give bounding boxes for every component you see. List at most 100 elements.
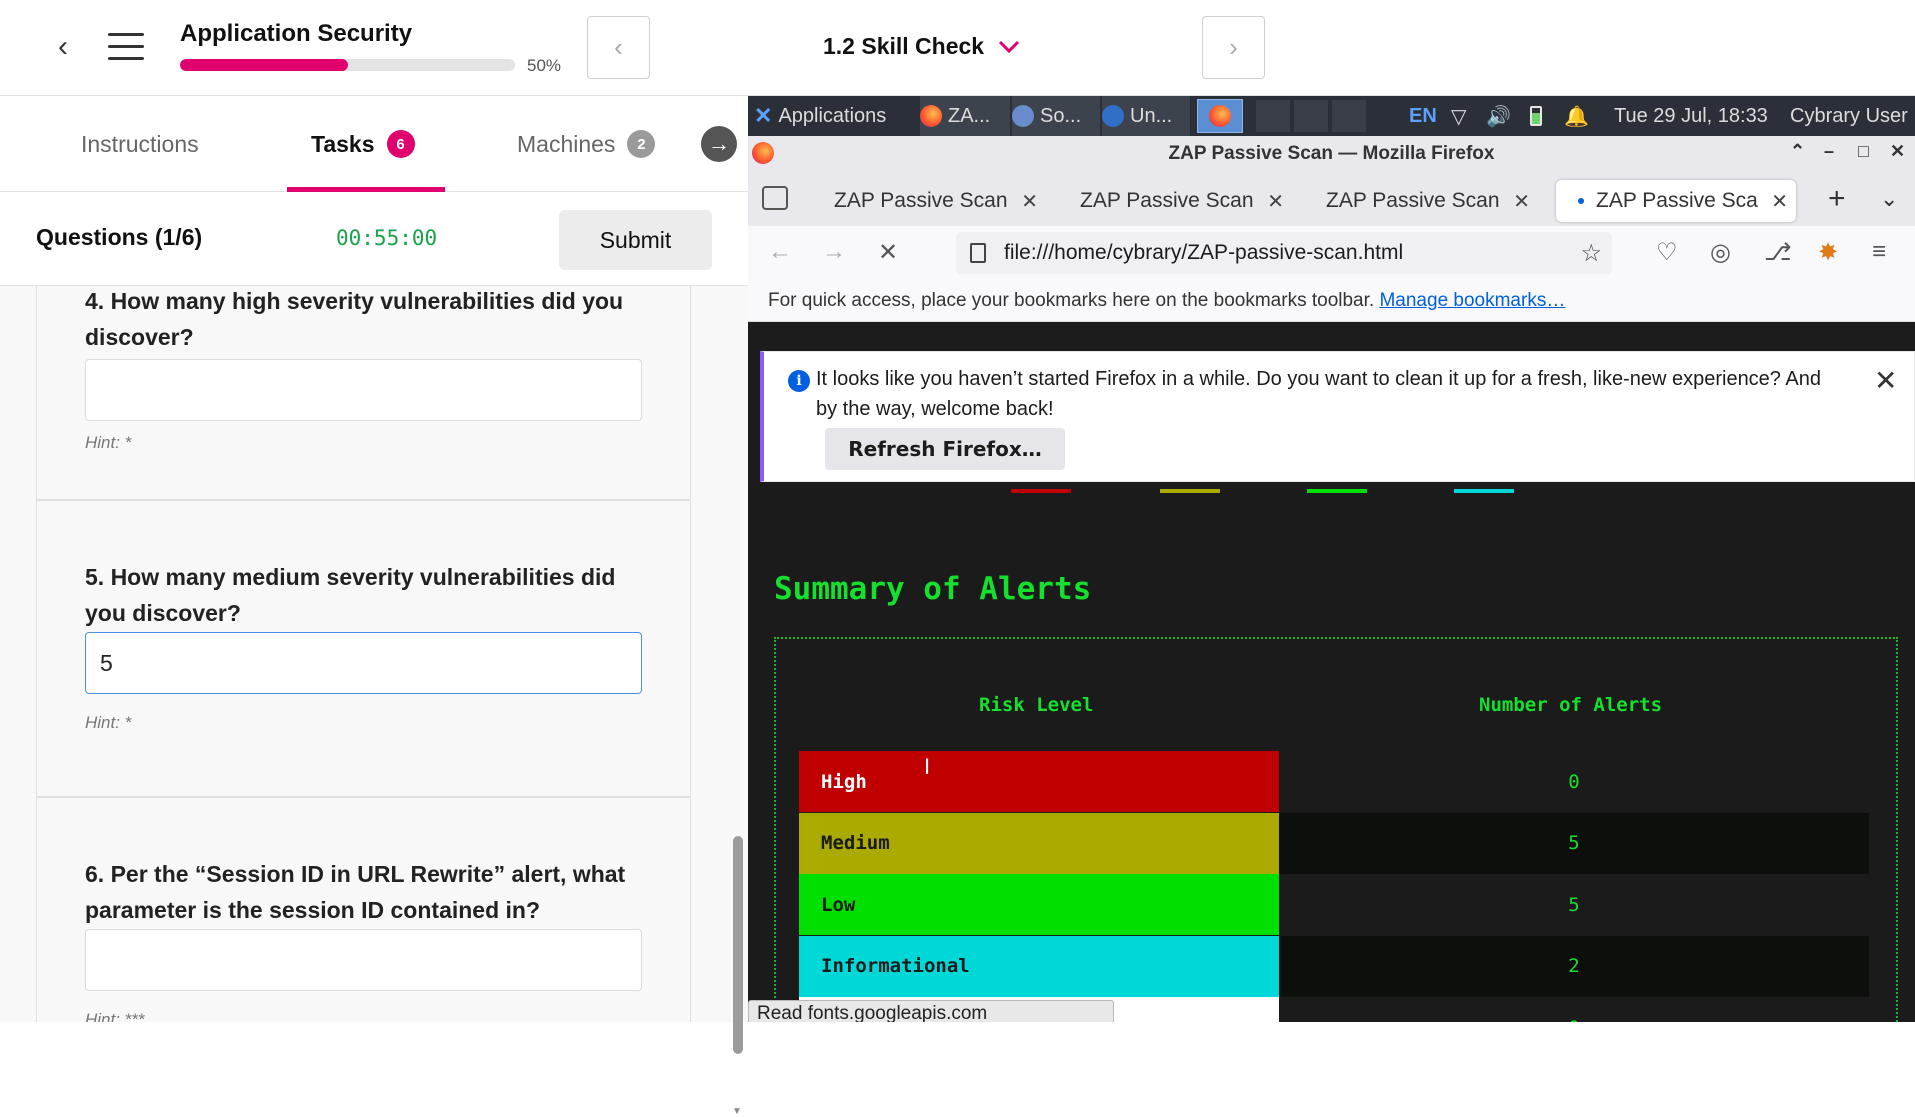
- questions-count: Questions (1/6): [36, 224, 203, 250]
- close-icon[interactable]: ✕: [1874, 364, 1897, 397]
- gear-icon: [1012, 105, 1034, 127]
- workspace-3[interactable]: [1332, 100, 1366, 132]
- question-card: 4. How many high severity vulnerabilitie…: [36, 286, 691, 500]
- applications-label: Applications: [778, 104, 887, 127]
- window-minimize-icon[interactable]: –: [1824, 141, 1834, 162]
- clock[interactable]: Tue 29 Jul, 18:33: [1614, 96, 1768, 136]
- alert-count-cell: 0: [1568, 770, 1580, 793]
- back-arrow-icon[interactable]: ‹: [46, 30, 80, 64]
- questions-scrollbar[interactable]: [733, 836, 743, 1054]
- remote-machine-view[interactable]: ✕ Applications ZA... So... Un... EN ▽ 🔊 …: [748, 96, 1915, 1022]
- answer-input[interactable]: [85, 929, 642, 991]
- hint-text: Hint: *: [85, 433, 132, 452]
- tab-close-icon[interactable]: ✕: [1513, 189, 1530, 214]
- firefox-icon: [920, 105, 942, 127]
- risk-strip-medium: [1160, 489, 1220, 493]
- chevron-down-icon: [999, 40, 1020, 53]
- answer-input[interactable]: [85, 359, 642, 421]
- browser-tab-label: ZAP Passive Scan: [834, 189, 1008, 212]
- battery-icon[interactable]: [1530, 96, 1542, 136]
- scroll-down-icon[interactable]: ▼: [732, 1106, 742, 1117]
- risk-level-cell: Medium: [799, 812, 1279, 874]
- app-menu-icon[interactable]: ≡: [1872, 238, 1886, 266]
- workspace-2[interactable]: [1294, 100, 1328, 132]
- extensions-icon[interactable]: ⎇: [1764, 238, 1792, 267]
- browser-tab-label: ZAP Passive Scan: [1080, 189, 1254, 212]
- answer-input[interactable]: 5: [85, 632, 642, 694]
- alert-count-cell: 0: [1279, 997, 1869, 1023]
- applications-menu[interactable]: ✕ Applications: [754, 96, 886, 136]
- keyboard-layout[interactable]: EN: [1409, 96, 1437, 136]
- account-icon[interactable]: ◎: [1710, 238, 1731, 267]
- browser-nav-bar: ← → ✕ file:///home/cybrary/ZAP-passive-s…: [748, 226, 1915, 280]
- risk-strip-high: [1011, 489, 1071, 493]
- browser-tab-active[interactable]: ZAP Passive Sca ✕: [1556, 180, 1796, 222]
- new-tab-icon[interactable]: +: [1828, 182, 1846, 216]
- taskbar-window-label: Un...: [1130, 104, 1173, 127]
- submit-button[interactable]: Submit: [559, 210, 712, 270]
- risk-strip-info: [1454, 489, 1514, 493]
- questions-list[interactable]: 4. How many high severity vulnerabilitie…: [0, 286, 748, 1022]
- course-progress-bar: [180, 59, 515, 71]
- alert-count-cell: 2: [1279, 935, 1869, 997]
- firefox-title-bar[interactable]: ZAP Passive Scan — Mozilla Firefox ⌃ – □…: [748, 136, 1915, 172]
- pocket-icon[interactable]: ♡: [1656, 238, 1678, 267]
- browser-tab[interactable]: ZAP Passive Scan ✕: [1056, 180, 1292, 222]
- address-bar[interactable]: file:///home/cybrary/ZAP-passive-scan.ht…: [956, 232, 1612, 274]
- volume-icon[interactable]: 🔊: [1486, 96, 1511, 136]
- hamburger-menu-icon[interactable]: [106, 30, 146, 64]
- tab-label: Machines: [517, 130, 616, 157]
- page-document-icon: [970, 243, 986, 263]
- browser-tab[interactable]: ZAP Passive Scan ✕: [1302, 180, 1538, 222]
- course-progress-label: 50%: [527, 56, 562, 75]
- risk-strip-low: [1307, 489, 1367, 493]
- lesson-title: 1.2 Skill Check: [823, 33, 985, 59]
- browser-tab[interactable]: ZAP Passive Scan ✕: [810, 180, 1046, 222]
- arrow-right-icon[interactable]: →: [701, 126, 737, 162]
- manage-bookmarks-link[interactable]: Manage bookmarks…: [1379, 290, 1565, 311]
- notification-message: It looks like you haven’t started Firefo…: [816, 368, 1821, 420]
- tab-close-icon[interactable]: ✕: [1267, 189, 1284, 214]
- taskbar-window-so[interactable]: So...: [1012, 96, 1100, 136]
- number-of-alerts-header: Number of Alerts: [1479, 694, 1663, 716]
- window-maximize-icon[interactable]: □: [1858, 141, 1869, 162]
- refresh-firefox-button[interactable]: Refresh Firefox…: [825, 428, 1065, 470]
- window-title: ZAP Passive Scan — Mozilla Firefox: [1168, 143, 1495, 164]
- risk-level-cell: High: [799, 751, 1279, 812]
- alert-count-cell: 5: [1279, 812, 1869, 874]
- tab-loading-dot-icon: [1578, 198, 1584, 204]
- taskbar-window-label: ZA...: [948, 104, 991, 127]
- extension-fox-icon[interactable]: ✸: [1818, 238, 1838, 267]
- tab-overview-icon[interactable]: [762, 186, 788, 210]
- taskbar-window-un[interactable]: Un...: [1102, 96, 1190, 136]
- list-all-tabs-icon[interactable]: ⌄: [1880, 186, 1898, 212]
- taskbar-window-label: So...: [1040, 104, 1082, 127]
- tab-close-icon[interactable]: ✕: [1767, 188, 1788, 214]
- taskbar-window-firefox-active[interactable]: [1197, 99, 1243, 133]
- lesson-selector[interactable]: 1.2 Skill Check: [823, 33, 1020, 60]
- user-menu[interactable]: Cybrary User: [1790, 96, 1908, 136]
- bookmark-star-icon[interactable]: ☆: [1580, 239, 1602, 268]
- stop-loading-icon[interactable]: ✕: [878, 238, 898, 267]
- browser-tab-label: ZAP Passive Scan: [1326, 189, 1500, 212]
- back-icon[interactable]: ←: [768, 238, 792, 266]
- notification-bell-icon[interactable]: 🔔: [1564, 96, 1589, 136]
- tab-machines[interactable]: Machines 2: [517, 96, 656, 192]
- risk-level-cell: Low: [799, 874, 1279, 935]
- forward-icon[interactable]: →: [822, 238, 846, 266]
- workspace-1[interactable]: [1256, 100, 1290, 132]
- task-panel: Instructions Tasks 6 Machines 2 → Questi…: [0, 96, 748, 1117]
- window-close-icon[interactable]: ✕: [1890, 141, 1905, 162]
- next-lesson-button[interactable]: ›: [1202, 16, 1265, 79]
- previous-lesson-button[interactable]: ‹: [587, 16, 650, 79]
- taskbar-window-zap[interactable]: ZA...: [920, 96, 1010, 136]
- questions-header: Questions (1/6) 00:55:00 Submit: [0, 192, 748, 286]
- hint-text: Hint: ***: [85, 1010, 145, 1022]
- tab-close-icon[interactable]: ✕: [1021, 189, 1038, 214]
- firefox-icon: [1209, 105, 1231, 127]
- tab-instructions[interactable]: Instructions: [81, 96, 199, 192]
- url-text: file:///home/cybrary/ZAP-passive-scan.ht…: [1004, 241, 1404, 264]
- wifi-icon[interactable]: ▽: [1451, 96, 1466, 136]
- tab-tasks[interactable]: Tasks 6: [311, 96, 415, 192]
- window-shade-icon[interactable]: ⌃: [1790, 141, 1805, 162]
